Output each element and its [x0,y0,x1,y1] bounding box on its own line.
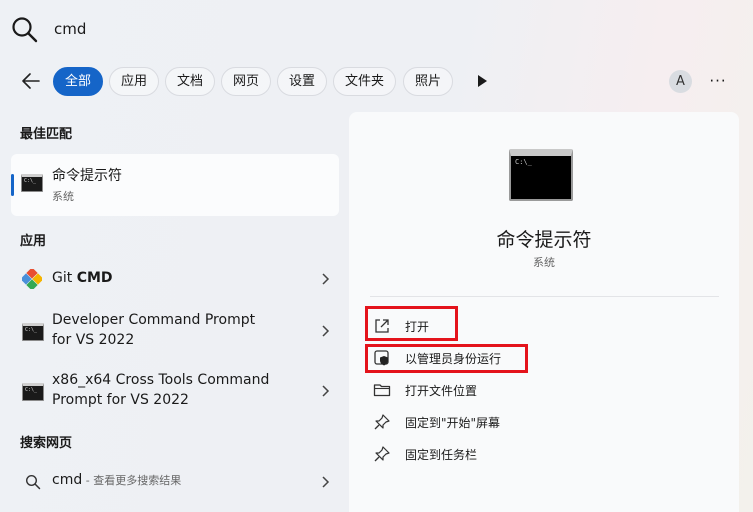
git-cmd-title-bold: CMD [76,270,113,286]
tab-settings[interactable]: 设置 [277,67,328,96]
best-match-title: 命令提示符 [52,168,122,184]
divider [370,296,719,297]
highlight-box-open [365,306,458,341]
highlight-box-run-as-admin [365,344,528,373]
x86-cross-line2: Prompt for VS 2022 [52,392,189,408]
app-item-x86-cross-tools[interactable]: x86_x64 Cross Tools Command Prompt for V… [11,371,339,413]
chevron-right-icon[interactable] [320,324,332,338]
x86-cross-line1: x86_x64 Cross Tools Command [52,372,270,388]
cmd-icon [21,174,43,192]
more-options-icon[interactable]: ··· [708,72,728,92]
back-button[interactable] [18,70,44,92]
cmd-icon [22,383,44,401]
chevron-right-icon[interactable] [320,272,332,286]
tab-web[interactable]: 网页 [221,67,272,96]
web-search-suffix: - 查看更多搜索结果 [82,474,182,487]
detail-title: 命令提示符 [496,229,592,251]
dev-cmd-line2: for VS 2022 [52,332,135,348]
web-search-heading: 搜索网页 [20,436,73,451]
action-pin-to-taskbar-label: 固定到任务栏 [405,448,478,462]
best-match-subtitle: 系统 [52,190,74,203]
app-item-git-cmd[interactable]: Git CMD [11,262,339,296]
detail-subtitle: 系统 [533,256,555,269]
pin-icon [374,414,390,430]
dev-cmd-line1: Developer Command Prompt [52,312,256,328]
web-search-item[interactable]: cmd - 查看更多搜索结果 [11,465,339,497]
search-icon [25,474,41,490]
cmd-large-icon [509,149,573,201]
action-pin-to-taskbar[interactable]: 固定到任务栏 [373,442,673,466]
git-cmd-title-prefix: Git [52,270,77,286]
cmd-icon [22,323,44,341]
tab-all[interactable]: 全部 [53,67,104,96]
filter-tabs: 全部 应用 文档 网页 设置 文件夹 照片 A ··· [0,64,753,98]
action-open-file-location-label: 打开文件位置 [405,384,478,398]
tab-documents[interactable]: 文档 [165,67,216,96]
avatar[interactable]: A [669,70,692,93]
web-search-query: cmd [52,472,83,488]
git-icon [22,269,42,289]
arrow-left-icon [22,73,40,89]
action-open-file-location[interactable]: 打开文件位置 [373,378,673,402]
apps-heading: 应用 [20,234,47,249]
chevron-right-icon[interactable] [320,384,332,398]
chevron-right-icon[interactable] [320,475,332,489]
app-item-dev-cmd[interactable]: Developer Command Prompt for VS 2022 [11,311,339,353]
pin-icon [374,446,390,462]
play-more-tabs-icon[interactable] [475,74,489,88]
search-input[interactable]: cmd [54,20,86,38]
tab-photos[interactable]: 照片 [403,67,454,96]
best-match-heading: 最佳匹配 [20,127,73,142]
search-bar[interactable]: cmd [0,0,753,58]
folder-icon [373,384,391,397]
tab-folders[interactable]: 文件夹 [333,67,397,96]
tab-apps[interactable]: 应用 [109,67,160,96]
action-pin-to-start[interactable]: 固定到"开始"屏幕 [373,410,673,434]
selection-accent [11,174,14,196]
search-icon [12,17,38,43]
action-pin-to-start-label: 固定到"开始"屏幕 [405,416,501,430]
best-match-item[interactable]: 命令提示符 系统 [11,154,339,216]
